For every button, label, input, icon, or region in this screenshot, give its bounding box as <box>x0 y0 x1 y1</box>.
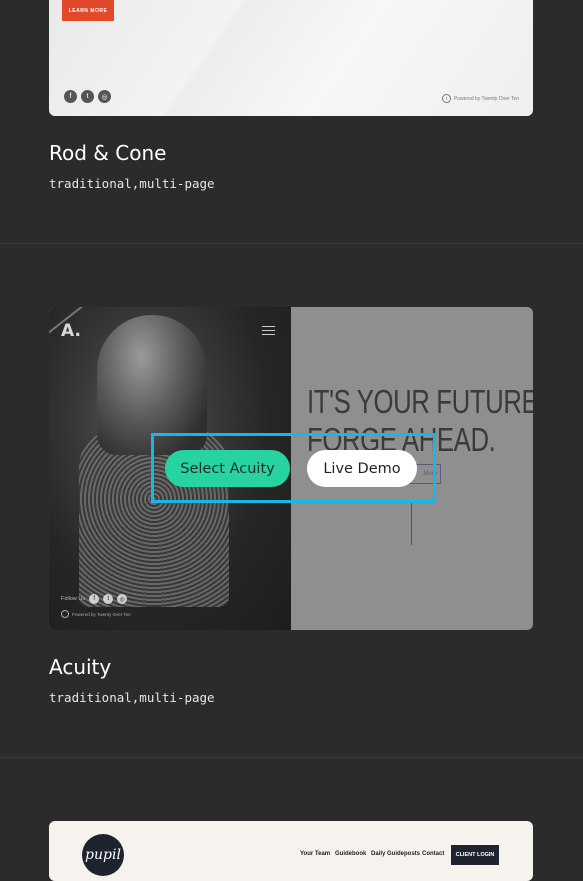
acuity-logo: A. <box>61 321 81 341</box>
facebook-icon: f <box>64 90 77 103</box>
info-icon: i <box>441 94 451 103</box>
nav-daily-guideposts: Daily Guideposts <box>371 851 421 857</box>
rod-and-cone-preview[interactable]: LEARN MORE f t ◎ i Powered by Twenty Ove… <box>49 0 533 116</box>
powered-by-label: Powered by Twenty Over Ten <box>61 610 131 618</box>
twitter-icon: t <box>81 90 94 103</box>
pupil-logo: pupil <box>82 834 124 876</box>
section-divider <box>0 757 583 758</box>
instagram-icon: ◎ <box>117 594 128 604</box>
facebook-icon: f <box>89 594 100 604</box>
nav-your-team: Your Team <box>300 851 331 857</box>
info-icon <box>61 610 69 618</box>
twitter-icon: t <box>103 594 114 604</box>
pupil-preview[interactable]: pupil Your Team Guidebook Daily Guidepos… <box>49 821 533 881</box>
client-login-button: CLIENT LOGIN <box>451 845 499 865</box>
select-acuity-button[interactable]: Select Acuity <box>165 450 290 487</box>
follow-us: Follow Us f t ◎ <box>61 594 128 604</box>
template-title: Rod & Cone <box>49 141 167 165</box>
hamburger-menu-icon <box>262 326 275 338</box>
instagram-icon: ◎ <box>98 90 111 103</box>
nav-contact: Contact <box>422 851 445 857</box>
nav-guidebook: Guidebook <box>335 851 367 857</box>
template-title: Acuity <box>49 655 112 679</box>
template-tags: traditional,multi-page <box>49 690 215 705</box>
learn-more-button: LEARN MORE <box>62 0 114 21</box>
template-tags: traditional,multi-page <box>49 176 215 191</box>
section-divider <box>0 243 583 244</box>
scroll-line <box>411 502 412 545</box>
powered-by-label: i Powered by Twenty Over Ten <box>441 94 519 103</box>
live-demo-button[interactable]: Live Demo <box>307 450 417 487</box>
